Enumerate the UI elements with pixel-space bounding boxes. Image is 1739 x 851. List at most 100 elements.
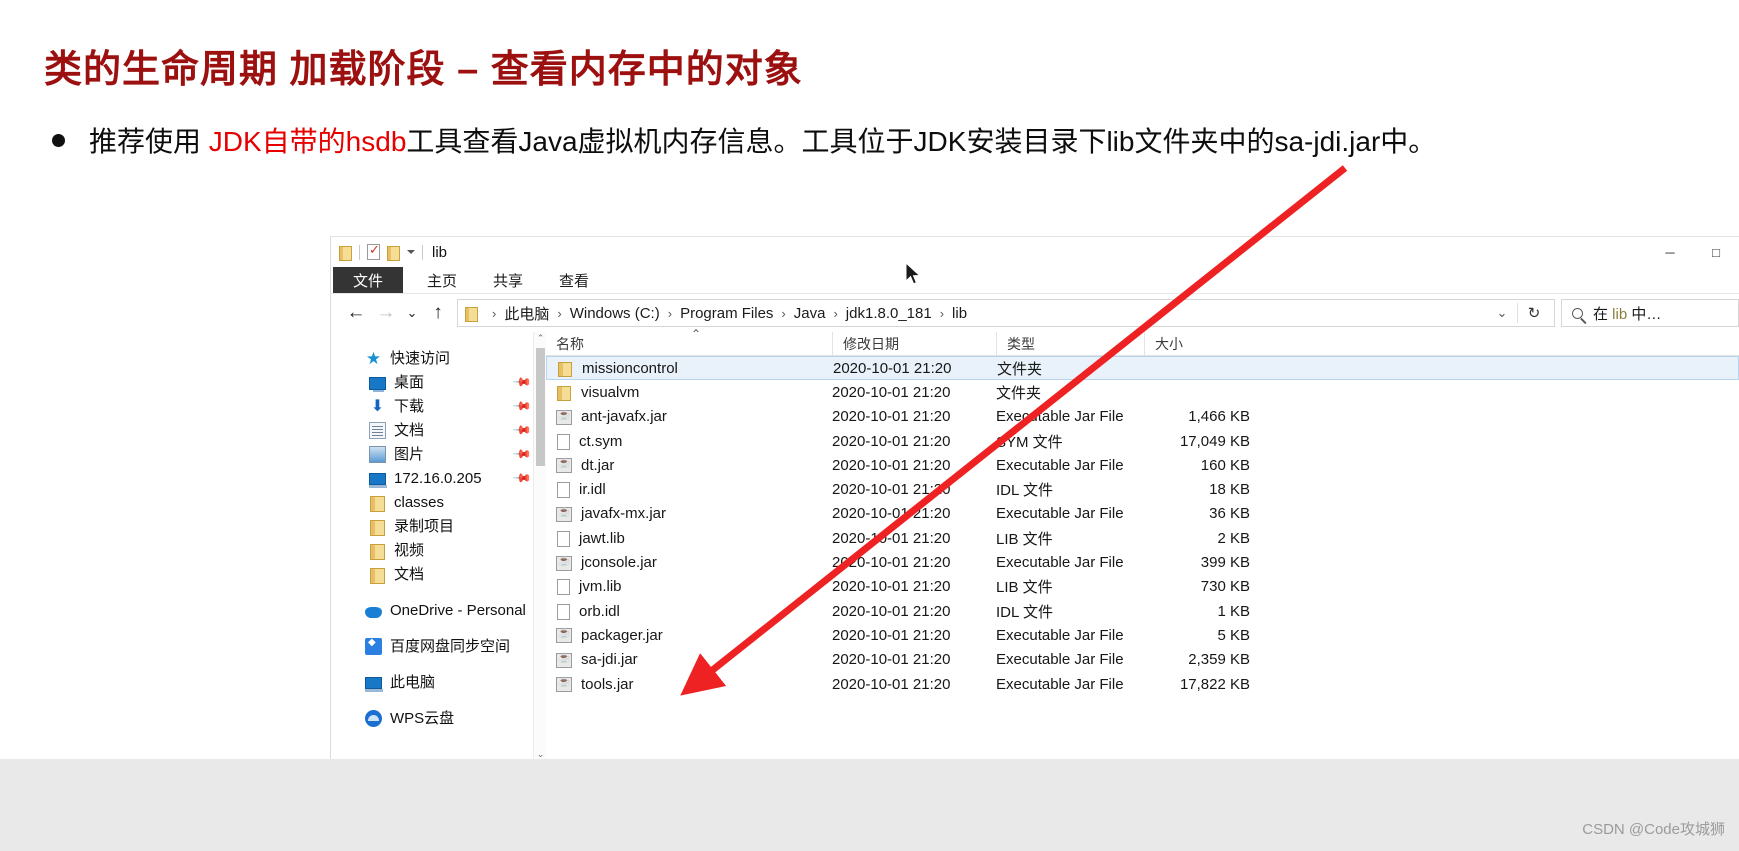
- column-header-date[interactable]: 修改日期: [832, 331, 996, 356]
- file-type-cell: 文件夹: [997, 360, 1043, 378]
- address-dropdown-icon[interactable]: ⌄: [1487, 305, 1517, 321]
- file-name-label: ct.sym: [579, 432, 623, 450]
- sidebar-item-classes[interactable]: classes: [331, 490, 546, 514]
- back-button[interactable]: ←: [341, 298, 371, 328]
- file-date-cell: 2020-10-01 21:20: [832, 383, 951, 401]
- file-name-cell: ct.sym: [546, 433, 832, 450]
- file-size-cell: 2 KB: [1217, 529, 1250, 547]
- recent-locations-button[interactable]: ⌄: [401, 298, 423, 328]
- maximize-button[interactable]: □: [1693, 237, 1739, 267]
- sidebar-item-pictures[interactable]: 图片 📌: [331, 442, 546, 466]
- file-date-cell: 2020-10-01 21:20: [832, 408, 951, 426]
- file-list-pane: 名称 ⌃ 修改日期 类型 大小 missioncontrol 2020-10-01…: [546, 327, 1739, 761]
- sidebar-item-network-host[interactable]: 172.16.0.205 📌: [331, 466, 546, 490]
- document-check-icon[interactable]: [367, 242, 380, 260]
- table-row[interactable]: dt.jar 2020-10-01 21:20 Executable Jar Fil…: [546, 453, 1739, 477]
- new-folder-icon[interactable]: [387, 245, 400, 261]
- column-headers: 名称 ⌃ 修改日期 类型 大小: [546, 327, 1739, 356]
- file-size-cell: 18 KB: [1209, 481, 1250, 499]
- sidebar-item-baidu-netdisk[interactable]: 百度网盘同步空间: [331, 634, 546, 658]
- forward-button[interactable]: →: [371, 298, 401, 328]
- jar-icon: [556, 458, 572, 474]
- breadcrumb-item-this-pc[interactable]: 此电脑: [504, 303, 549, 324]
- breadcrumb-item-lib[interactable]: lib: [952, 305, 967, 322]
- tab-share[interactable]: 共享: [475, 267, 541, 294]
- jar-icon: [556, 628, 572, 644]
- column-header-type[interactable]: 类型: [996, 331, 1144, 356]
- file-type-cell: Executable Jar File: [996, 626, 1124, 644]
- sidebar-item-label: 下载: [394, 397, 425, 415]
- minimize-button[interactable]: ─: [1647, 237, 1693, 267]
- breadcrumb-item-windows-c[interactable]: Windows (C:): [570, 305, 660, 322]
- file-name-cell: jawt.lib: [546, 530, 832, 547]
- table-row[interactable]: jvm.lib 2020-10-01 21:20 LIB 文件 730 KB: [546, 575, 1739, 599]
- file-icon: [557, 482, 570, 499]
- breadcrumb-separator: ›: [492, 305, 497, 321]
- table-row[interactable]: ir.idl 2020-10-01 21:20 IDL 文件 18 KB: [546, 477, 1739, 501]
- sidebar-item-onedrive[interactable]: OneDrive - Personal: [331, 598, 546, 622]
- sidebar-item-downloads[interactable]: ⬇ 下载 📌: [331, 394, 546, 418]
- sidebar-item-desktop[interactable]: 桌面 📌: [331, 370, 546, 394]
- folder-icon[interactable]: [339, 245, 352, 261]
- sidebar-item-videos[interactable]: 视频: [331, 538, 546, 562]
- file-date-cell: 2020-10-01 21:20: [832, 505, 951, 523]
- file-type-cell: 文件夹: [996, 384, 1042, 402]
- file-date-cell: 2020-10-01 21:20: [832, 456, 951, 474]
- sidebar-item-wps-cloud[interactable]: WPS云盘: [331, 706, 546, 730]
- file-name-cell: jvm.lib: [546, 578, 832, 596]
- file-size-cell: 1,466 KB: [1188, 408, 1250, 426]
- sidebar-item-label: 百度网盘同步空间: [390, 637, 511, 655]
- table-row[interactable]: ant-javafx.jar 2020-10-01 21:20 Executable…: [546, 405, 1739, 429]
- address-bar[interactable]: › 此电脑 › Windows (C:) › Program Files › J…: [457, 299, 1555, 327]
- file-name-cell: javafx-mx.jar: [546, 505, 832, 522]
- breadcrumb-item-program-files[interactable]: Program Files: [680, 305, 773, 322]
- file-name-label: jconsole.jar: [581, 554, 657, 572]
- documents-icon: [369, 421, 386, 439]
- sidebar-item-quick-access[interactable]: ★ 快速访问: [331, 346, 546, 370]
- table-row[interactable]: javafx-mx.jar 2020-10-01 21:20 Executable …: [546, 502, 1739, 526]
- bullet-text-post: 工具查看Java虚拟机内存信息。工具位于JDK安装目录下lib文件夹中的sa-j…: [406, 126, 1437, 157]
- scrollbar-thumb[interactable]: [536, 348, 545, 466]
- address-folder-icon: [465, 306, 478, 322]
- refresh-icon[interactable]: ↻: [1518, 304, 1550, 322]
- table-row[interactable]: visualvm 2020-10-01 21:20 文件夹: [546, 380, 1739, 404]
- sidebar-item-this-pc[interactable]: 此电脑: [331, 670, 546, 694]
- breadcrumb-item-jdk[interactable]: jdk1.8.0_181: [846, 305, 932, 322]
- table-row[interactable]: tools.jar 2020-10-01 21:20 Executable Jar …: [546, 672, 1739, 696]
- file-name-label: visualvm: [581, 383, 640, 401]
- file-size-cell: 2,359 KB: [1188, 651, 1250, 669]
- table-row[interactable]: jconsole.jar 2020-10-01 21:20 Executable J…: [546, 550, 1739, 574]
- chevron-down-icon[interactable]: [407, 250, 415, 254]
- sidebar-item-docs-folder[interactable]: 文档: [331, 562, 546, 586]
- file-type-cell: Executable Jar File: [996, 505, 1124, 523]
- this-pc-icon: [365, 677, 383, 692]
- breadcrumb-item-java[interactable]: Java: [794, 305, 826, 322]
- column-header-size[interactable]: 大小: [1144, 331, 1264, 356]
- address-bar-actions: ⌄ ↻: [1487, 303, 1550, 323]
- file-size-cell: 36 KB: [1209, 505, 1250, 523]
- tab-view[interactable]: 查看: [541, 267, 607, 294]
- table-row[interactable]: orb.idl 2020-10-01 21:20 IDL 文件 1 KB: [546, 599, 1739, 623]
- tab-home[interactable]: 主页: [409, 267, 475, 294]
- navigation-scrollbar[interactable]: ⌃ ⌄: [533, 332, 546, 761]
- table-row[interactable]: missioncontrol 2020-10-01 21:20 文件夹: [546, 356, 1739, 381]
- table-row[interactable]: ct.sym 2020-10-01 21:20 SYM 文件 17,049 KB: [546, 429, 1739, 453]
- tab-file[interactable]: 文件: [333, 267, 404, 294]
- sidebar-item-recordings[interactable]: 录制项目: [331, 514, 546, 538]
- file-icon: [557, 603, 570, 620]
- up-button[interactable]: ↑: [423, 298, 453, 328]
- explorer-body: ★ 快速访问 桌面 📌 ⬇ 下载 📌 文档 📌 图片 📌 172.16.0.20…: [331, 327, 1739, 761]
- sidebar-item-label: classes: [394, 493, 445, 511]
- table-row[interactable]: packager.jar 2020-10-01 21:20 Executable J…: [546, 623, 1739, 647]
- sidebar-item-documents[interactable]: 文档 📌: [331, 418, 546, 442]
- search-input[interactable]: 在 lib 中…: [1561, 299, 1739, 327]
- table-row[interactable]: sa-jdi.jar 2020-10-01 21:20 Executable Jar…: [546, 648, 1739, 672]
- file-name-label: jvm.lib: [579, 578, 622, 596]
- star-icon: ★: [365, 348, 382, 368]
- watermark: CSDN @Code攻城狮: [1582, 821, 1725, 838]
- toolbar-divider-2: [422, 244, 423, 260]
- column-header-name[interactable]: 名称 ⌃: [546, 327, 832, 356]
- table-row[interactable]: jawt.lib 2020-10-01 21:20 LIB 文件 2 KB: [546, 526, 1739, 550]
